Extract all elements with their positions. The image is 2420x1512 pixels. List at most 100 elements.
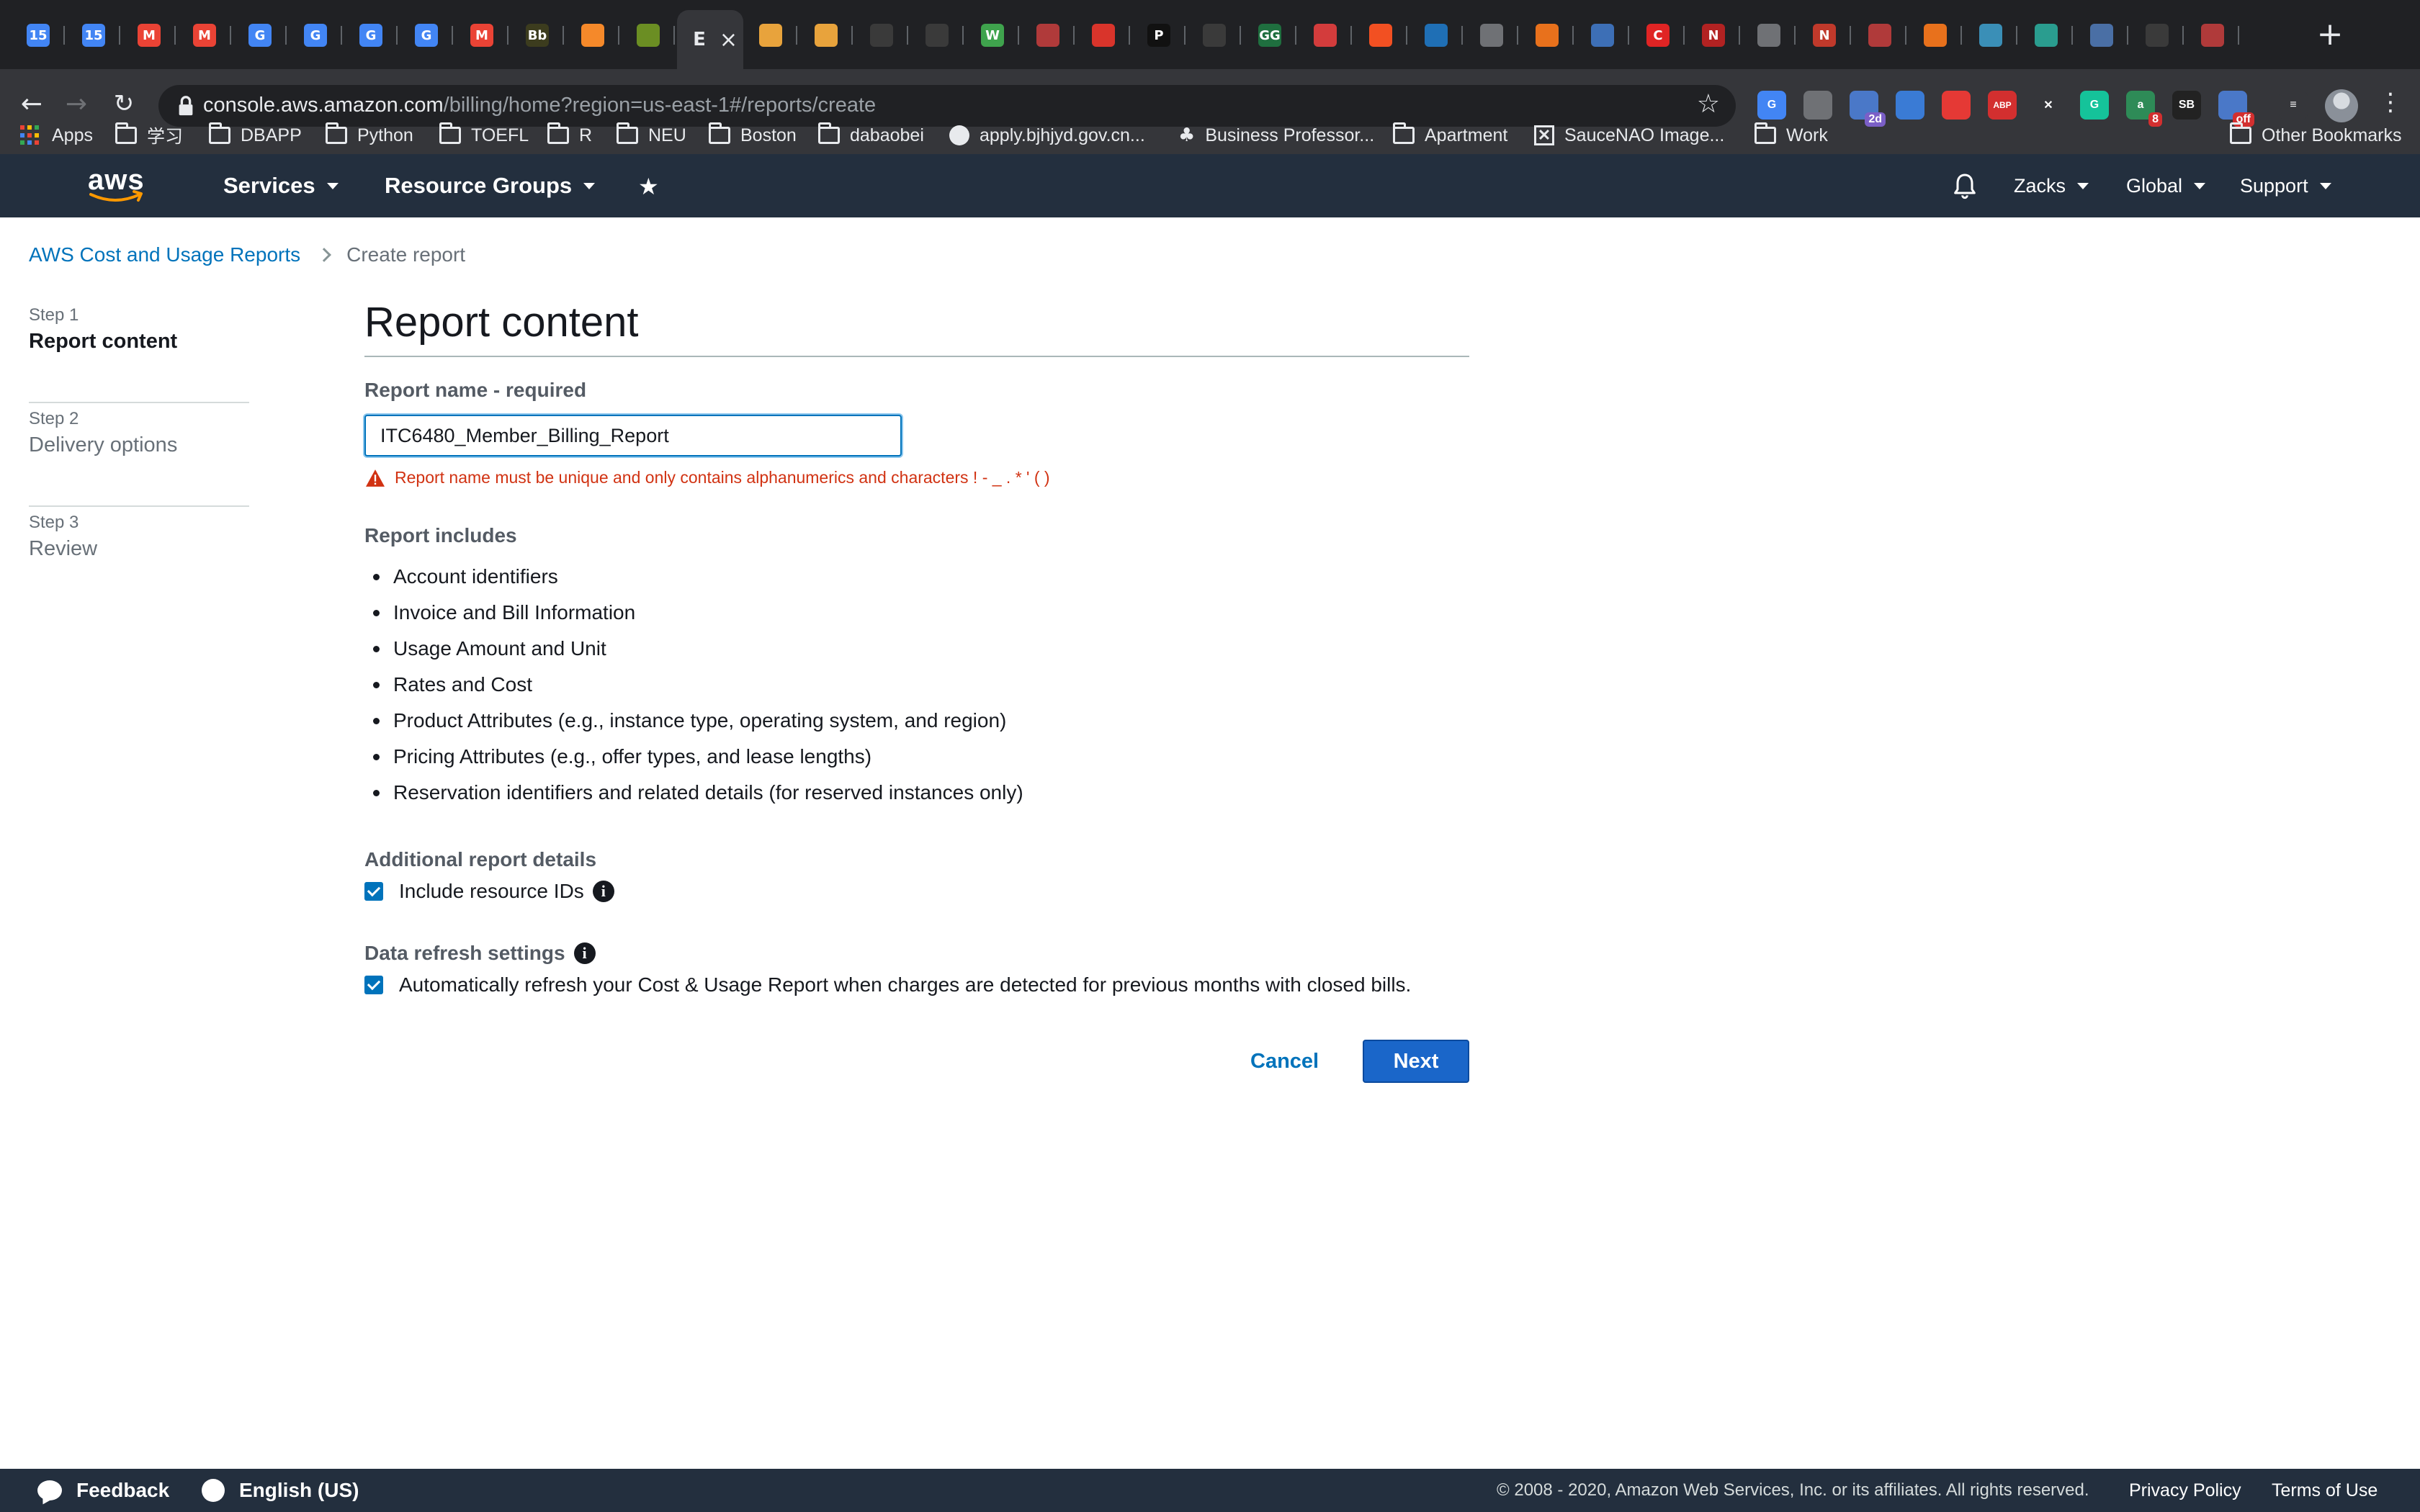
browser-tab[interactable]: N [1687, 10, 1740, 60]
bookmark-python[interactable]: Python [326, 117, 413, 154]
browser-tab[interactable] [910, 10, 964, 60]
bookmark-apply-bjhjyd-gov-cn[interactable]: apply.bjhjyd.gov.cn... [949, 117, 1145, 154]
browser-tab[interactable]: 15 [67, 10, 120, 60]
tab-separator [119, 26, 120, 45]
browser-tab[interactable] [1576, 10, 1629, 60]
bookmark-r[interactable]: R [547, 117, 592, 154]
browser-tab[interactable]: M [455, 10, 508, 60]
browser-tab[interactable] [566, 10, 619, 60]
bookmark-business-professor[interactable]: ♣ Business Professor... [1178, 117, 1374, 154]
support-menu[interactable]: Support [2240, 154, 2331, 217]
account-menu[interactable]: Zacks [2014, 154, 2089, 217]
browser-tab[interactable] [1299, 10, 1352, 60]
browser-tab[interactable]: 15 [12, 10, 65, 60]
bookmark-apartment[interactable]: Apartment [1393, 117, 1507, 154]
browser-tab[interactable] [1077, 10, 1130, 60]
browser-tab[interactable]: G [233, 10, 287, 60]
browser-tab[interactable] [2075, 10, 2128, 60]
a-ext-icon[interactable]: a8 [2126, 91, 2162, 127]
services-menu[interactable]: Services [223, 154, 339, 217]
browser-tab[interactable] [1354, 10, 1407, 60]
terms-of-use-link[interactable]: Terms of Use [2272, 1469, 2378, 1512]
bookmark-[interactable]: 学习 [115, 117, 183, 154]
grammarly-ext-icon[interactable]: G [2080, 91, 2109, 120]
stop-ext-icon[interactable] [1942, 91, 1971, 120]
x-ext-icon[interactable]: ✕ [2034, 91, 2063, 120]
browser-tab[interactable]: GG [1243, 10, 1296, 60]
bookmark-work[interactable]: Work [1754, 117, 1828, 154]
bookmark-saucenao-image[interactable]: ✕ SauceNAO Image... [1534, 117, 1724, 154]
browser-tab[interactable] [1742, 10, 1796, 60]
bookmark-dabaobei[interactable]: dabaobei [818, 117, 924, 154]
browser-tab[interactable] [744, 10, 797, 60]
bookmark-other-bookmarks[interactable]: Other Bookmarks [2230, 117, 2402, 154]
browser-tab[interactable]: M [178, 10, 231, 60]
browser-tab[interactable] [1520, 10, 1574, 60]
include-resource-ids-checkbox[interactable] [364, 882, 383, 901]
browser-tab[interactable] [622, 10, 675, 60]
report-name-input[interactable] [364, 415, 902, 456]
browser-tab[interactable]: N [1798, 10, 1851, 60]
breadcrumb-link-cost-usage-reports[interactable]: AWS Cost and Usage Reports [29, 243, 300, 266]
bookmark-star-icon[interactable]: ☆ [1697, 89, 1720, 119]
calendar-off-ext-icon[interactable]: off [2218, 91, 2254, 127]
browser-tab[interactable] [1909, 10, 1962, 60]
media-ext-icon[interactable]: ≡ [2279, 91, 2308, 120]
browser-tab[interactable] [2186, 10, 2239, 60]
browser-tab[interactable]: G [400, 10, 453, 60]
bookmark-boston[interactable]: Boston [709, 117, 797, 154]
pin-icon[interactable]: ★ [638, 173, 659, 200]
browser-tab[interactable] [1853, 10, 1906, 60]
bulb-ext-icon[interactable] [1803, 91, 1832, 120]
browser-tab[interactable]: Bb [511, 10, 564, 60]
abp-ext-icon[interactable]: ABP [1988, 91, 2017, 120]
resource-groups-menu[interactable]: Resource Groups [385, 154, 596, 217]
browser-tab[interactable] [799, 10, 853, 60]
tab-separator [452, 26, 453, 45]
info-icon[interactable]: i [592, 881, 614, 902]
browser-tab[interactable] [2130, 10, 2184, 60]
gg-icon: GG [1258, 24, 1281, 47]
language-selector[interactable]: English (US) [202, 1469, 359, 1512]
bookmark-neu[interactable]: NEU [617, 117, 686, 154]
privacy-policy-link[interactable]: Privacy Policy [2129, 1469, 2241, 1512]
region-menu[interactable]: Global [2126, 154, 2206, 217]
additional-details-label: Additional report details [364, 848, 597, 870]
feedback-button[interactable]: Feedback [37, 1469, 169, 1512]
browser-tab[interactable] [1410, 10, 1463, 60]
bookmark-dbapp[interactable]: DBAPP [209, 117, 302, 154]
browser-tab[interactable] [855, 10, 908, 60]
browser-tab[interactable]: M [122, 10, 176, 60]
browser-tab[interactable]: E × [677, 10, 743, 69]
doc-ext-icon[interactable] [1896, 91, 1924, 120]
auto-refresh-checkbox[interactable] [364, 976, 383, 994]
include-resource-ids-label[interactable]: Include resource IDs [399, 880, 584, 903]
bookmark-toefl[interactable]: TOEFL [439, 117, 529, 154]
browser-tab[interactable] [1021, 10, 1075, 60]
notification-bell-icon[interactable] [1950, 171, 1979, 200]
browser-tab[interactable]: W [966, 10, 1019, 60]
browser-tab[interactable] [1964, 10, 2017, 60]
new-tab-button[interactable]: + [2312, 16, 2348, 53]
browser-tab[interactable] [2020, 10, 2073, 60]
next-button[interactable]: Next [1363, 1040, 1469, 1083]
browser-tab[interactable]: P [1132, 10, 1186, 60]
translate-ext-icon[interactable]: G [1757, 91, 1786, 120]
browser-tab[interactable] [1465, 10, 1518, 60]
auto-refresh-label[interactable]: Automatically refresh your Cost & Usage … [399, 973, 1411, 996]
cancel-button[interactable]: Cancel [1236, 1040, 1333, 1083]
chevron-down-icon [326, 182, 339, 189]
folder-icon [209, 122, 230, 144]
gmail-icon: M [193, 24, 216, 47]
aws-logo[interactable]: aws [86, 164, 148, 204]
sb-ext-icon[interactable]: SB [2172, 91, 2201, 120]
info-icon[interactable]: i [573, 942, 596, 964]
browser-tab[interactable]: C [1631, 10, 1685, 60]
browser-tab[interactable]: G [289, 10, 342, 60]
chrome-menu-icon[interactable]: ⋮ [2378, 88, 2403, 117]
browser-tab[interactable]: G [344, 10, 398, 60]
bookmark-apps[interactable]: Apps [20, 117, 93, 154]
browser-tab[interactable] [1188, 10, 1241, 60]
close-tab-icon[interactable]: × [720, 27, 738, 53]
calendar-ext-icon[interactable]: 2d [1850, 91, 1886, 127]
